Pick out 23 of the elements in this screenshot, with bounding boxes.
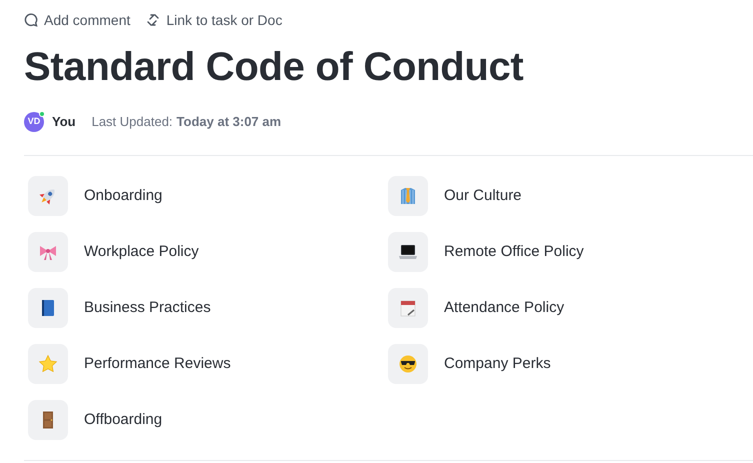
updated-time: Today at 3:07 am: [176, 113, 282, 132]
page-link[interactable]: Company Perks: [388, 344, 748, 384]
page-link[interactable]: Attendance Policy: [388, 288, 748, 328]
link-button[interactable]: Link to task or Doc: [146, 10, 282, 30]
updated-label: Last Updated:: [92, 113, 173, 132]
page-link[interactable]: Workplace Policy: [28, 232, 388, 272]
page-link[interactable]: Onboarding: [28, 176, 388, 216]
page-link[interactable]: Remote Office Policy: [388, 232, 748, 272]
avatar: VD: [24, 112, 44, 132]
laptop-icon: [398, 242, 418, 262]
author-name: You: [52, 113, 76, 132]
page-link[interactable]: Our Culture: [388, 176, 748, 216]
page-link[interactable]: Offboarding: [28, 400, 388, 440]
star-icon: [38, 354, 58, 374]
page-title: Standard Code of Conduct: [24, 44, 524, 91]
link-icon: [146, 13, 160, 27]
comment-icon: [24, 13, 38, 27]
shirt-icon: [398, 186, 418, 206]
page-link[interactable]: Business Practices: [28, 288, 388, 328]
page-link[interactable]: Performance Reviews: [28, 344, 388, 384]
add-comment-button[interactable]: Add comment: [24, 10, 130, 30]
calendar-icon: [398, 298, 418, 318]
sunglasses-face-icon: [398, 354, 418, 374]
